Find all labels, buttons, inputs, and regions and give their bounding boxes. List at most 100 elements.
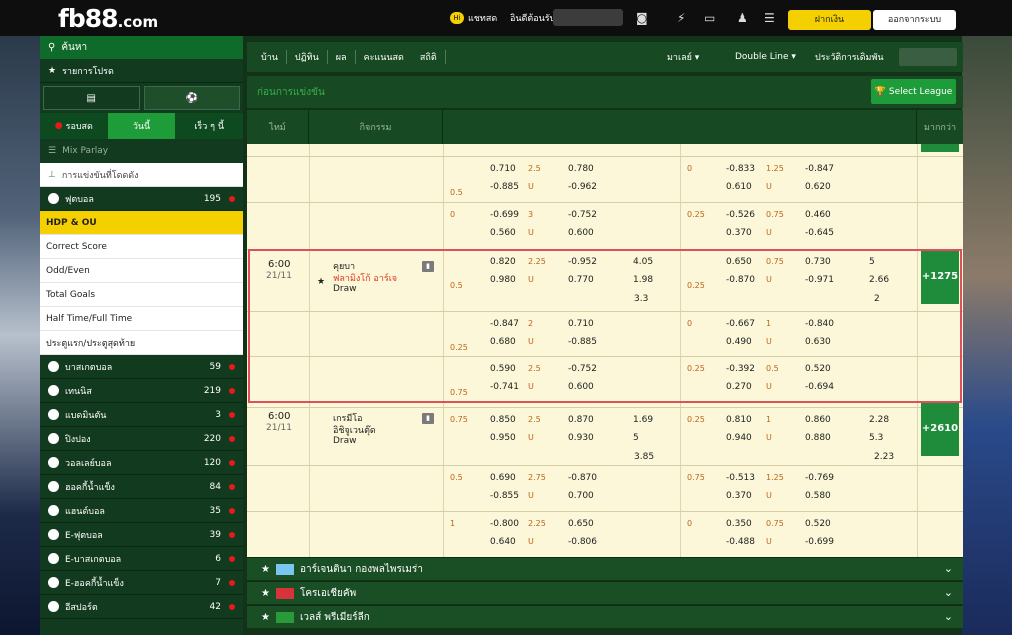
odds-value[interactable]: 1 <box>766 415 771 424</box>
sidebar-item-sport[interactable]: ฮอคกี้น้ำแข็ง 84 <box>40 475 243 499</box>
market-item[interactable]: ประตูแรก/ประตูสุดท้าย <box>40 331 243 355</box>
odds-value[interactable]: 0.710 <box>568 319 594 329</box>
bet-list-icon[interactable]: ☰ <box>764 11 775 25</box>
odds-value[interactable]: -0.526 <box>726 210 755 220</box>
deposit-button[interactable]: ฝากเงิน <box>788 10 871 30</box>
odds-value[interactable]: 0.870 <box>568 415 594 425</box>
odds-value[interactable]: 0.730 <box>805 257 831 267</box>
odds-value[interactable]: 1.69 <box>633 415 653 425</box>
tab-soon[interactable]: เร็ว ๆ นี้ <box>175 113 244 139</box>
odds-value[interactable]: 0.880 <box>805 433 831 443</box>
odds-value[interactable]: 5.3 <box>869 433 883 443</box>
stats-icon[interactable]: ▮ <box>422 413 434 424</box>
odds-value[interactable]: 0.350 <box>726 519 752 529</box>
odds-value[interactable]: -0.488 <box>726 537 755 547</box>
odds-value[interactable]: -0.800 <box>490 519 519 529</box>
chevron-down-icon[interactable]: ⌄ <box>944 586 953 599</box>
odds-value[interactable]: 2.5 <box>528 164 541 173</box>
market-item[interactable]: HDP & OU <box>40 211 243 235</box>
odds-value[interactable]: U <box>528 228 534 237</box>
league-row[interactable]: ★ โครเอเชียคัพ ⌄ <box>247 581 963 604</box>
odds-value[interactable]: 1.98 <box>633 275 653 285</box>
odds-value[interactable]: 0.370 <box>726 228 752 238</box>
odds-value[interactable]: 0.650 <box>726 257 752 267</box>
league-row[interactable]: ★ อาร์เจนตินา กองพลไพรเมร่า ⌄ <box>247 557 963 580</box>
sidebar-item-sport[interactable]: บาสเกตบอล 59 <box>40 355 243 379</box>
chevron-down-icon[interactable]: ⌄ <box>944 610 953 623</box>
outright-item[interactable]: ⊥ การแข่งขันที่โดดดัง <box>40 163 243 187</box>
odds-value[interactable]: U <box>766 433 772 442</box>
odds-value[interactable]: U <box>528 491 534 500</box>
stats-icon[interactable]: ▮ <box>422 261 434 272</box>
odds-value[interactable]: 0.5 <box>450 188 463 197</box>
odds-value[interactable]: U <box>766 337 772 346</box>
odds-value[interactable]: 0.75 <box>687 473 705 482</box>
sidebar-item-sport[interactable]: E-ฟุตบอล 39 <box>40 523 243 547</box>
odds-value[interactable]: 0.590 <box>490 364 516 374</box>
market-item[interactable]: Half Time/Full Time <box>40 307 243 331</box>
odds-value[interactable]: 0.600 <box>568 228 594 238</box>
odds-value[interactable]: 0.5 <box>450 281 463 290</box>
odds-value[interactable]: 0.5 <box>450 473 463 482</box>
more-button-partial[interactable] <box>921 144 959 152</box>
odds-value[interactable]: -0.855 <box>490 491 519 501</box>
logout-button[interactable]: ออกจากระบบ <box>873 10 956 30</box>
sidebar-item-sport[interactable]: E-ฮอคกี้น้ำแข็ง 7 <box>40 571 243 595</box>
tab-live[interactable]: ● รอบสด <box>40 113 108 139</box>
odds-value[interactable]: 0.75 <box>766 257 784 266</box>
odds-value[interactable]: -0.870 <box>568 473 597 483</box>
odds-value[interactable]: 0.780 <box>568 164 594 174</box>
more-bets-button[interactable]: +1275 <box>921 249 959 304</box>
odds-value[interactable]: 0.520 <box>805 364 831 374</box>
odds-value[interactable]: 0.75 <box>766 519 784 528</box>
odds-value[interactable]: 0.630 <box>805 337 831 347</box>
select-league-button[interactable]: 🏆 Select League <box>871 79 956 104</box>
market-item[interactable]: Odd/Even <box>40 259 243 283</box>
odds-value[interactable]: -0.392 <box>726 364 755 374</box>
odds-value[interactable]: 2.5 <box>528 364 541 373</box>
odds-value[interactable]: 0.25 <box>687 281 705 290</box>
odds-value[interactable]: 0.680 <box>490 337 516 347</box>
odds-value[interactable]: 0.25 <box>687 415 705 424</box>
sidebar-item-sport[interactable]: แฮนด์บอล 35 <box>40 499 243 523</box>
sidebar-item-sport[interactable]: อีสปอร์ต 42 <box>40 595 243 619</box>
sidebar-item-football[interactable]: ฟุตบอล 195 <box>40 187 243 211</box>
favorite-star-icon[interactable]: ★ <box>317 277 325 287</box>
refresh-icon[interactable]: ⚡ <box>677 11 685 25</box>
odds-value[interactable]: U <box>528 275 534 284</box>
odds-value[interactable]: U <box>766 537 772 546</box>
sidebar-item-sport[interactable]: วอลเลย์บอล 120 <box>40 451 243 475</box>
odds-value[interactable]: 0.820 <box>490 257 516 267</box>
odds-value[interactable]: -0.667 <box>726 319 755 329</box>
odds-value[interactable]: U <box>528 433 534 442</box>
odds-value[interactable]: 0.560 <box>490 228 516 238</box>
odds-value[interactable]: 5 <box>869 257 875 267</box>
odds-value[interactable]: -0.962 <box>568 182 597 192</box>
odds-value[interactable]: U <box>528 382 534 391</box>
odds-value[interactable]: -0.513 <box>726 473 755 483</box>
odds-value[interactable]: 0.640 <box>490 537 516 547</box>
more-bets-button[interactable]: +2610 <box>921 401 959 456</box>
odds-value[interactable]: 0.930 <box>568 433 594 443</box>
odds-value[interactable]: 0.520 <box>805 519 831 529</box>
odds-value[interactable]: 5 <box>633 433 639 443</box>
odds-value[interactable]: 0.650 <box>568 519 594 529</box>
odds-value[interactable]: U <box>528 337 534 346</box>
odds-value[interactable]: 1.25 <box>766 164 784 173</box>
odds-value[interactable]: -0.741 <box>490 382 519 392</box>
odds-value[interactable]: -0.769 <box>805 473 834 483</box>
sidebar-item-sport[interactable]: E-บาสเกตบอล 6 <box>40 547 243 571</box>
odds-value[interactable]: 0.610 <box>726 182 752 192</box>
odds-value[interactable]: -0.806 <box>568 537 597 547</box>
odds-value[interactable]: 0.620 <box>805 182 831 192</box>
sidebar-item-sport[interactable]: ปิงปอง 220 <box>40 427 243 451</box>
odds-value[interactable]: 0.810 <box>726 415 752 425</box>
odds-value[interactable]: 0.770 <box>568 275 594 285</box>
odds-value[interactable]: 0.75 <box>450 415 468 424</box>
odds-value[interactable]: -0.885 <box>490 182 519 192</box>
odds-value[interactable]: -0.699 <box>490 210 519 220</box>
odds-value[interactable]: 0 <box>687 519 692 528</box>
odds-value[interactable]: -0.833 <box>726 164 755 174</box>
odds-value[interactable]: 0 <box>687 164 692 173</box>
odds-value[interactable]: 0.75 <box>766 210 784 219</box>
